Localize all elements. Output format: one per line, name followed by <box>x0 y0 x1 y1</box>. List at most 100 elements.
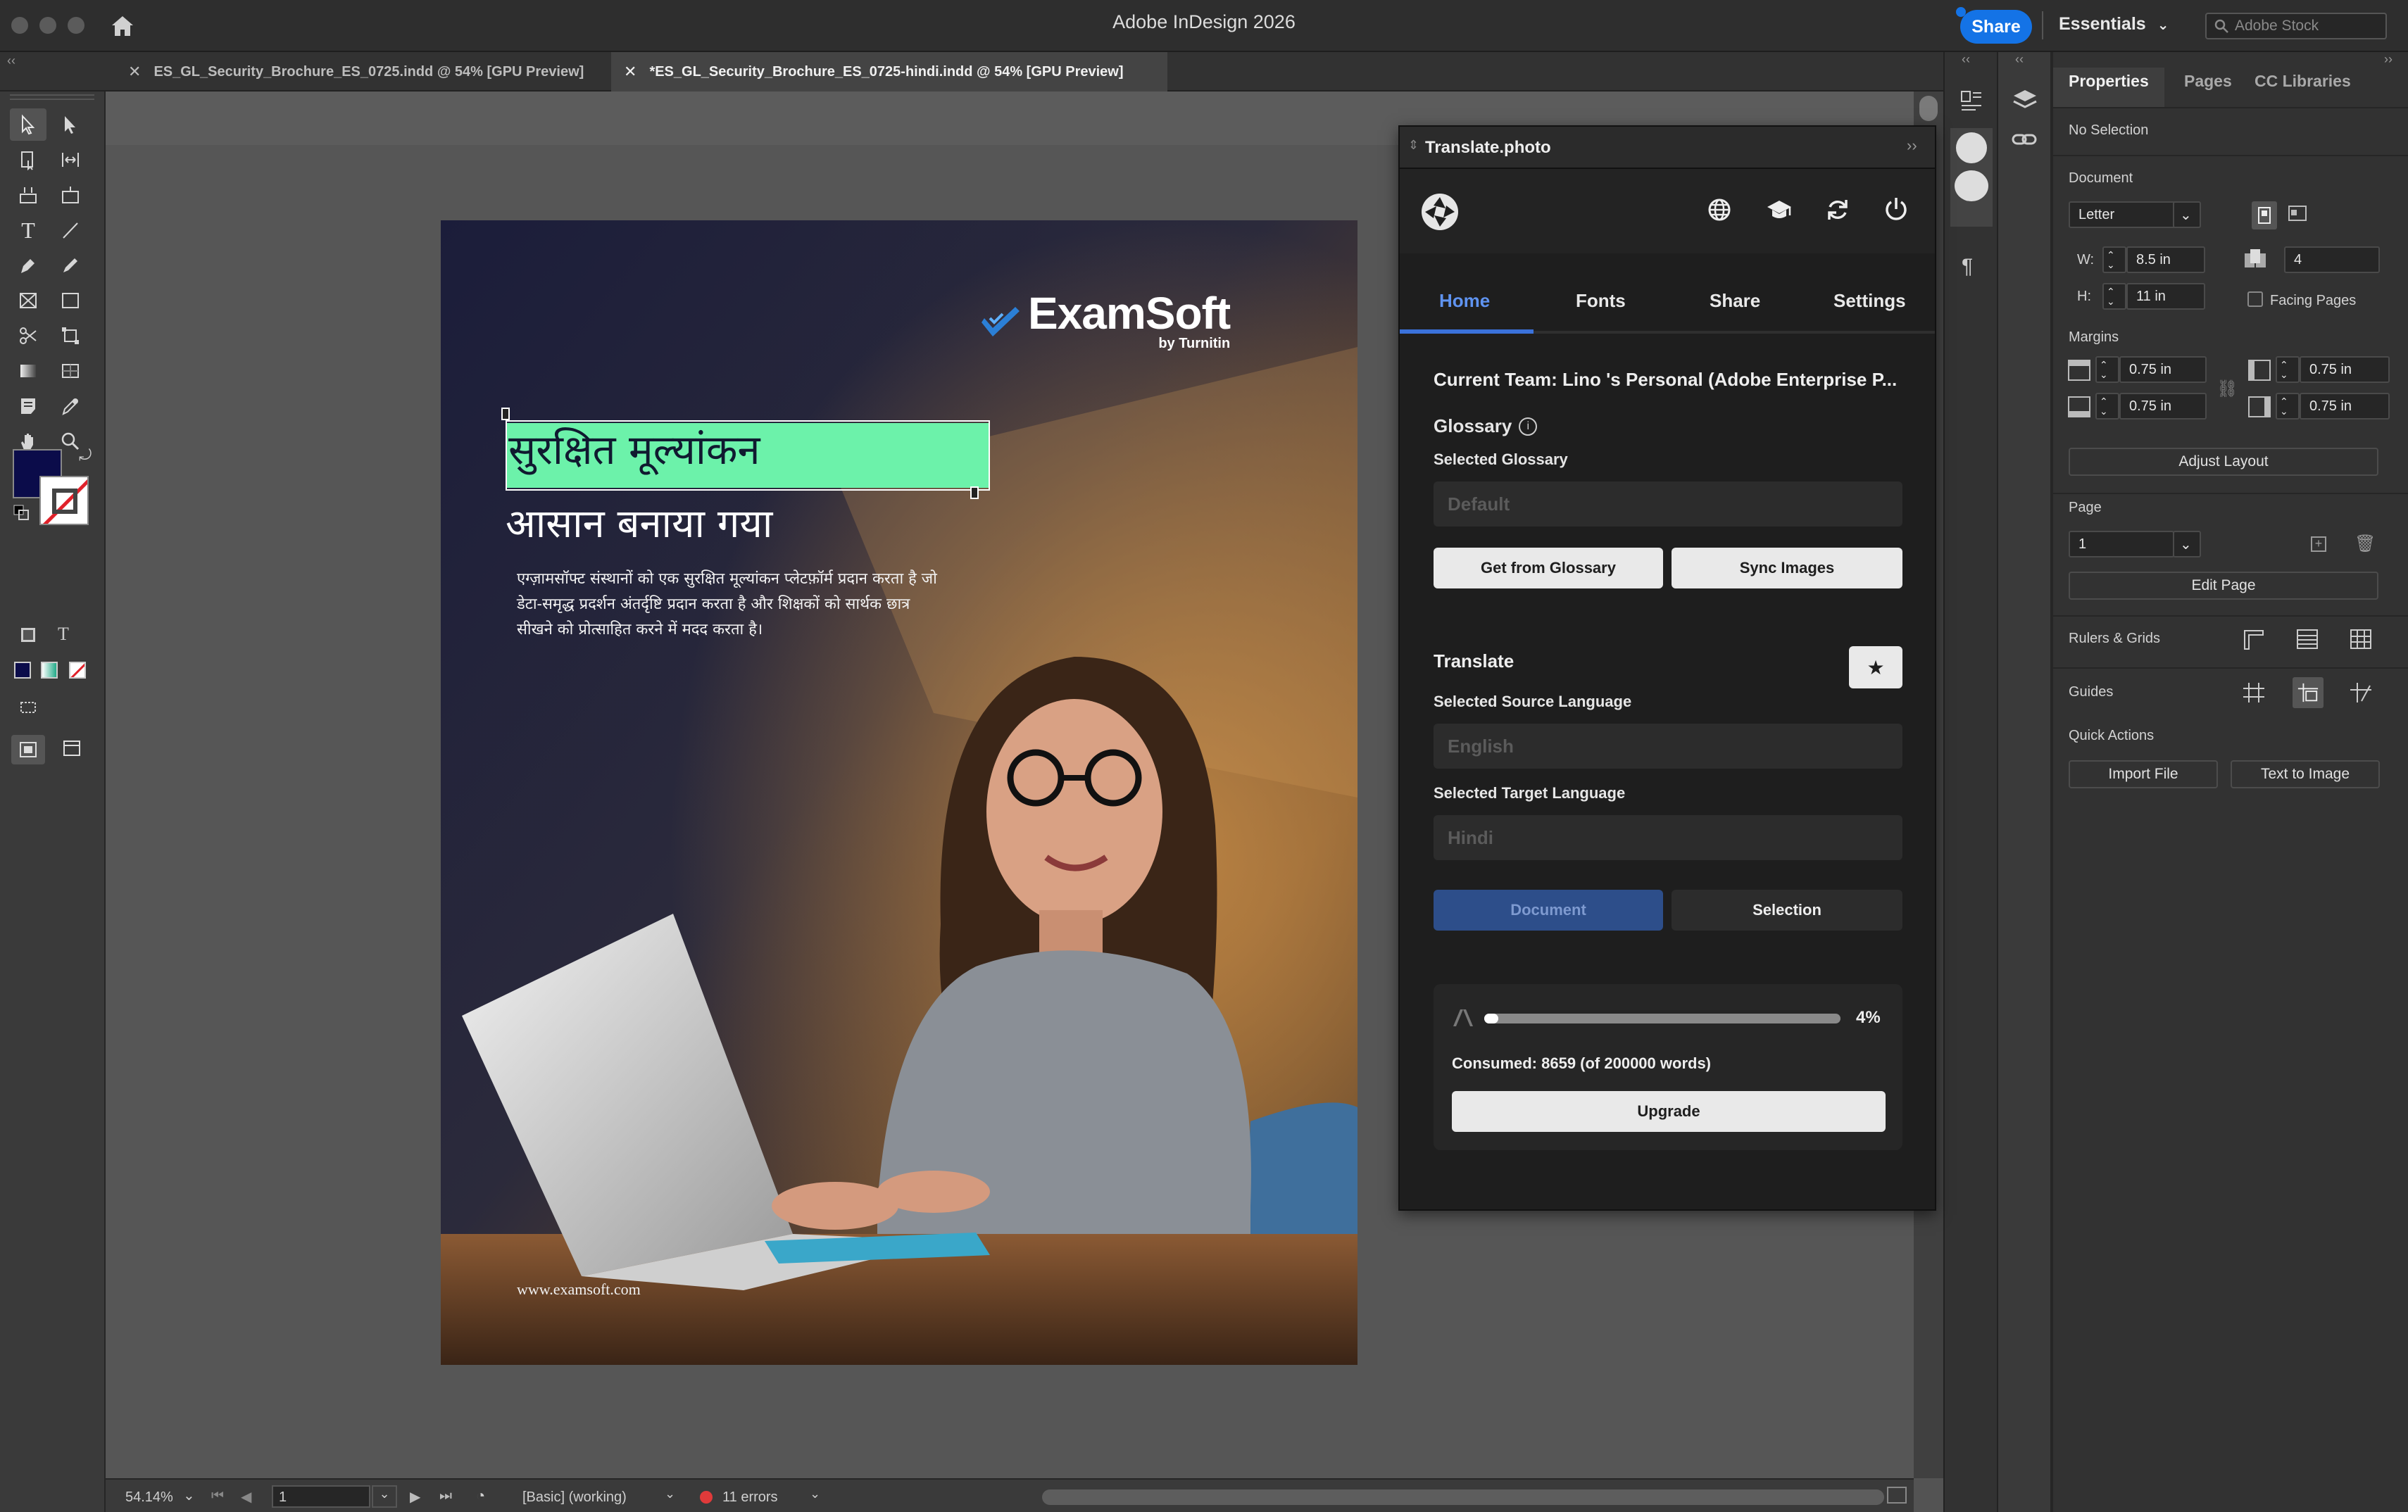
chevron-down-icon[interactable]: ⌄ <box>665 1487 675 1501</box>
stroke-swatch[interactable] <box>39 476 89 525</box>
height-field[interactable]: 11 in <box>2126 283 2205 310</box>
height-stepper[interactable]: ⌃ ⌄ <box>2102 283 2126 310</box>
gradient-swatch-tool-icon[interactable] <box>10 355 46 387</box>
formatting-container-icon[interactable] <box>21 628 35 642</box>
split-window-icon[interactable] <box>1887 1487 1907 1504</box>
target-language-select[interactable]: Hindi <box>1434 815 1902 860</box>
translate-photo-logo-icon[interactable] <box>1419 191 1460 232</box>
workspace-switcher[interactable]: Essentials ⌄ <box>2059 14 2169 34</box>
margin-bottom-field[interactable]: 0.75 in <box>2119 393 2207 420</box>
tab-home[interactable]: Home <box>1439 290 1490 312</box>
document-tab-1[interactable]: ✕ ES_GL_Security_Brochure_ES_0725.indd @… <box>115 52 608 92</box>
links-icon[interactable] <box>2011 130 2039 151</box>
document-tab-2[interactable]: ✕ *ES_GL_Security_Brochure_ES_0725-hindi… <box>611 52 1167 92</box>
chevron-down-icon[interactable]: ⌄ <box>183 1487 195 1504</box>
first-page-icon[interactable]: ⏮ <box>211 1488 224 1504</box>
selection-tool-icon[interactable] <box>10 108 46 141</box>
note-tool-icon[interactable] <box>10 390 46 422</box>
type-tool-icon[interactable]: T <box>10 214 46 246</box>
collapse-panel-icon[interactable]: ›› <box>2384 52 2393 67</box>
grip-icon[interactable]: ⇕ <box>1408 138 1419 153</box>
preview-view-icon[interactable] <box>62 739 82 757</box>
width-stepper[interactable]: ⌃ ⌄ <box>2102 246 2126 273</box>
source-language-select[interactable]: English <box>1434 724 1902 769</box>
close-icon[interactable]: ✕ <box>128 63 141 81</box>
margin-top-field[interactable]: 0.75 in <box>2119 356 2207 383</box>
width-field[interactable]: 8.5 in <box>2126 246 2205 273</box>
vertical-scroll-thumb[interactable] <box>1919 96 1938 121</box>
rectangle-frame-tool-icon[interactable] <box>10 284 46 317</box>
delete-page-icon[interactable]: 🗑 <box>2354 534 2376 554</box>
text-to-image-button[interactable]: Text to Image <box>2231 760 2380 788</box>
page-select[interactable]: 1 <box>2069 531 2174 557</box>
share-button[interactable]: Share <box>1960 10 2032 44</box>
info-icon[interactable]: i <box>1519 417 1538 436</box>
collapse-toolbox-icon[interactable]: ‹‹ <box>7 53 15 68</box>
collapse-dock-icon[interactable]: ‹‹ <box>2015 52 2024 67</box>
document-page[interactable]: ExamSoft by Turnitin सुरक्षित मूल्यांकन … <box>441 220 1357 1365</box>
margin-left-stepper[interactable]: ⌃ ⌄ <box>2276 356 2300 383</box>
page-menu-chevron-icon[interactable]: ⌄ <box>372 1485 397 1508</box>
content-placer-icon[interactable] <box>52 179 89 211</box>
document-scope-button[interactable]: Document <box>1434 890 1663 931</box>
margin-left-field[interactable]: 0.75 in <box>2300 356 2390 383</box>
preflight-profile[interactable]: [Basic] (working) <box>522 1489 627 1506</box>
apply-gradient-icon[interactable] <box>41 662 58 679</box>
landscape-orientation-icon[interactable] <box>2287 204 2308 222</box>
lock-guides-icon[interactable] <box>2349 681 2373 704</box>
tab-properties[interactable]: Properties <box>2069 72 2149 91</box>
next-page-icon[interactable]: ▶ <box>410 1488 420 1506</box>
apply-none-icon[interactable] <box>69 662 86 679</box>
previous-page-icon[interactable]: ◀ <box>241 1488 251 1506</box>
horizontal-scroll-thumb[interactable] <box>1042 1489 1884 1505</box>
margin-right-stepper[interactable]: ⌃ ⌄ <box>2276 393 2300 420</box>
open-document-icon[interactable]: ◔ <box>476 1487 485 1505</box>
tab-fonts[interactable]: Fonts <box>1576 290 1626 312</box>
guides-icon[interactable] <box>2242 681 2266 704</box>
preflight-errors[interactable]: 11 errors <box>722 1489 778 1506</box>
pen-tool-icon[interactable] <box>10 249 46 282</box>
power-icon[interactable] <box>1883 196 1910 222</box>
direct-selection-tool-icon[interactable] <box>52 108 89 141</box>
sync-images-button[interactable]: Sync Images <box>1672 548 1902 588</box>
formatting-text-icon[interactable]: T <box>58 624 69 645</box>
swap-fill-stroke-icon[interactable]: ⤾ <box>79 446 92 465</box>
last-page-icon[interactable]: ⏭ <box>439 1488 452 1504</box>
get-from-glossary-button[interactable]: Get from Glossary <box>1434 548 1663 588</box>
tab-settings[interactable]: Settings <box>1833 290 1906 312</box>
panel-menu-icon[interactable]: ›› <box>1907 137 1917 155</box>
edit-page-button[interactable]: Edit Page <box>2069 572 2378 600</box>
tab-pages[interactable]: Pages <box>2184 72 2232 91</box>
adobe-stock-search[interactable]: Adobe Stock <box>2205 13 2387 39</box>
tab-cc-libraries[interactable]: CC Libraries <box>2255 72 2351 91</box>
collapse-dock-icon[interactable]: ‹‹ <box>1962 52 1970 67</box>
free-transform-tool-icon[interactable] <box>52 320 89 352</box>
import-file-button[interactable]: Import File <box>2069 760 2218 788</box>
smart-guides-icon[interactable] <box>2293 677 2324 708</box>
refresh-icon[interactable] <box>1825 197 1850 222</box>
tab-share[interactable]: Share <box>1710 290 1760 312</box>
baseline-grid-icon[interactable] <box>2295 628 2319 650</box>
screen-mode-icon[interactable] <box>18 698 38 714</box>
rectangle-tool-icon[interactable] <box>52 284 89 317</box>
gap-tool-icon[interactable] <box>52 144 89 176</box>
chevron-down-icon[interactable]: ⌄ <box>2173 201 2201 228</box>
pencil-tool-icon[interactable] <box>52 249 89 282</box>
margin-top-stepper[interactable]: ⌃ ⌄ <box>2095 356 2119 383</box>
layers-icon[interactable] <box>2011 86 2039 114</box>
glossary-select[interactable]: Default <box>1434 481 1902 527</box>
aperture-icon[interactable] <box>1956 132 1987 163</box>
paragraph-icon[interactable]: ¶ <box>1962 255 1973 279</box>
content-collector-icon[interactable] <box>10 179 46 211</box>
panel-header[interactable]: ⇕ Translate.photo ›› <box>1400 127 1935 169</box>
margin-bottom-stepper[interactable]: ⌃ ⌄ <box>2095 393 2119 420</box>
selection-scope-button[interactable]: Selection <box>1672 890 1902 931</box>
facing-pages-checkbox[interactable] <box>2247 291 2263 307</box>
close-icon[interactable]: ✕ <box>624 63 637 81</box>
upgrade-button[interactable]: Upgrade <box>1452 1091 1886 1132</box>
favorite-star-icon[interactable]: ★ <box>1849 646 1902 688</box>
link-margins-icon[interactable]: ⛓ <box>2216 379 2238 399</box>
line-tool-icon[interactable] <box>52 214 89 246</box>
page-tool-icon[interactable] <box>10 144 46 176</box>
globe-icon[interactable] <box>1707 197 1732 222</box>
